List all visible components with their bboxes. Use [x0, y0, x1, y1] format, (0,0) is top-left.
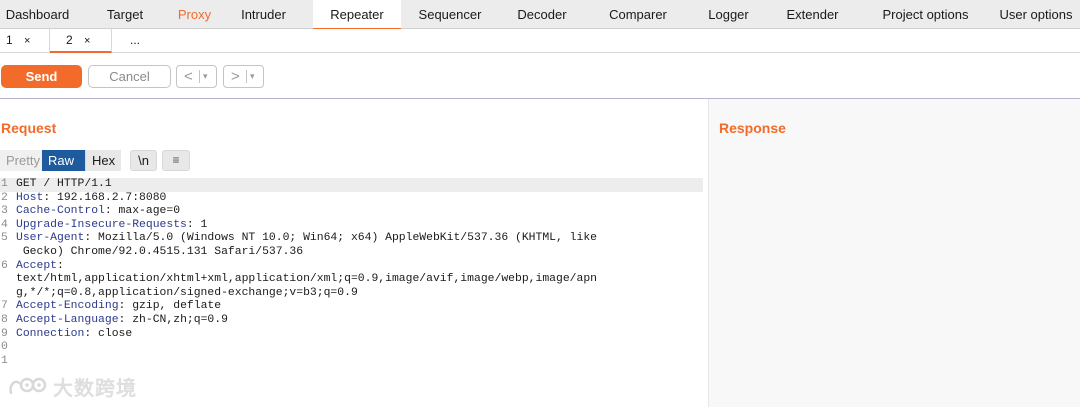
editor-line: 8 Accept-Language: zh-CN,zh;q=0.9	[0, 314, 703, 328]
line-number: 9	[1, 327, 8, 340]
response-panel	[708, 99, 1080, 407]
send-button[interactable]: Send	[1, 65, 82, 88]
line-number: 6	[1, 259, 8, 272]
editor-line: 1	[0, 355, 703, 369]
header-name: Host	[16, 191, 44, 204]
show-newlines-button[interactable]: \n	[130, 150, 157, 171]
line-text: Upgrade-Insecure-Requests: 1	[16, 218, 208, 231]
line-number: 2	[1, 191, 8, 204]
line-number	[0, 273, 16, 287]
line-text: Gecko) Chrome/92.0.4515.131 Safari/537.3…	[16, 245, 304, 258]
request-editor[interactable]: 1 GET / HTTP/1.1 2 Host: 192.168.2.7:808…	[0, 178, 703, 368]
line-number: 3	[1, 205, 8, 218]
header-name: Connection	[16, 327, 85, 340]
line-number: 4	[1, 218, 8, 231]
menu-icon[interactable]: ≡	[162, 150, 190, 171]
header-name: Accept-Language	[16, 313, 119, 326]
watermark-text: 大数跨境	[53, 377, 137, 400]
editor-line: text/html,application/xhtml+xml,applicat…	[0, 273, 703, 287]
close-icon[interactable]: ×	[84, 35, 90, 47]
repeater-tab-label: 1	[6, 33, 13, 47]
line-text: Accept:	[16, 259, 64, 272]
editor-line: g,*/*;q=0.8,application/signed-exchange;…	[0, 287, 703, 301]
header-name: User-Agent	[16, 232, 85, 245]
repeater-tab-new[interactable]: ...	[112, 29, 158, 53]
editor-line: 5 User-Agent: Mozilla/5.0 (Windows NT 10…	[0, 232, 703, 246]
line-text: Accept-Language: zh-CN,zh;q=0.9	[16, 313, 228, 326]
line-text: text/html,application/xhtml+xml,applicat…	[16, 273, 598, 286]
tab-pretty[interactable]: Pretty	[0, 150, 42, 171]
chevron-down-icon[interactable]: ▾	[203, 66, 208, 87]
repeater-tab-2[interactable]: 2 ×	[50, 29, 112, 53]
watermark: 大数跨境	[7, 372, 137, 400]
request-title: Request	[1, 120, 57, 136]
history-back-button[interactable]: < ▾	[176, 65, 217, 88]
history-forward-button[interactable]: > ▾	[223, 65, 264, 88]
editor-line: 3 Cache-Control: max-age=0	[0, 205, 703, 219]
tab-sequencer[interactable]: Sequencer	[401, 0, 499, 29]
tab-intruder[interactable]: Intruder	[214, 0, 313, 29]
tab-logger[interactable]: Logger	[691, 0, 766, 29]
line-number: 1	[1, 354, 8, 367]
line-text: GET / HTTP/1.1	[16, 178, 112, 190]
tab-dashboard[interactable]: Dashboard	[0, 0, 75, 29]
chevron-right-icon: >	[231, 68, 240, 85]
chevron-left-icon: <	[184, 68, 193, 85]
editor-line: 2 Host: 192.168.2.7:8080	[0, 192, 703, 206]
line-number: 8	[1, 313, 8, 326]
line-text: g,*/*;q=0.8,application/signed-exchange;…	[16, 286, 358, 299]
tab-comparer[interactable]: Comparer	[585, 0, 691, 29]
chevron-down-icon[interactable]: ▾	[250, 66, 255, 87]
request-view-tabs: Pretty Raw Hex \n ≡	[0, 150, 190, 171]
tab-hex[interactable]: Hex	[85, 150, 121, 171]
tab-proxy[interactable]: Proxy	[175, 0, 214, 29]
editor-line: 7 Accept-Encoding: gzip, deflate	[0, 300, 703, 314]
editor-line: 6 Accept:	[0, 260, 703, 274]
tab-extender[interactable]: Extender	[766, 0, 859, 29]
cancel-button[interactable]: Cancel	[88, 65, 171, 88]
tab-raw[interactable]: Raw	[42, 150, 85, 171]
line-number: 7	[1, 300, 8, 313]
line-number	[0, 287, 16, 301]
header-name: Accept-Encoding	[16, 300, 119, 313]
line-number	[0, 246, 16, 260]
line-text: User-Agent: Mozilla/5.0 (Windows NT 10.0…	[16, 232, 598, 245]
header-name: Accept	[16, 259, 58, 272]
repeater-tab-1[interactable]: 1 ×	[0, 29, 50, 53]
line-text: Host: 192.168.2.7:8080	[16, 191, 167, 204]
divider	[199, 70, 200, 83]
tab-decoder[interactable]: Decoder	[499, 0, 585, 29]
editor-line: 0	[0, 341, 703, 355]
tab-project-options[interactable]: Project options	[859, 0, 992, 29]
editor-line: Gecko) Chrome/92.0.4515.131 Safari/537.3…	[0, 246, 703, 260]
tab-repeater[interactable]: Repeater	[313, 0, 401, 30]
brand-logo-icon	[9, 377, 47, 395]
tab-target[interactable]: Target	[75, 0, 175, 29]
header-name: Upgrade-Insecure-Requests	[16, 218, 187, 231]
repeater-toolbar: Send Cancel < ▾ > ▾	[0, 53, 1080, 99]
line-number: 1	[1, 178, 8, 190]
line-text: Accept-Encoding: gzip, deflate	[16, 300, 222, 313]
line-text: Connection: close	[16, 327, 133, 340]
response-title: Response	[719, 120, 786, 136]
divider	[246, 70, 247, 83]
editor-line: 1 GET / HTTP/1.1	[0, 178, 703, 192]
tool-tab-bar: Dashboard Target Proxy Intruder Repeater…	[0, 0, 1080, 30]
line-number: 5	[1, 232, 8, 245]
editor-line: 4 Upgrade-Insecure-Requests: 1	[0, 219, 703, 233]
tab-user-options[interactable]: User options	[992, 0, 1080, 29]
close-icon[interactable]: ×	[24, 35, 30, 47]
line-text: Cache-Control: max-age=0	[16, 205, 181, 218]
editor-line: 9 Connection: close	[0, 328, 703, 342]
repeater-tab-bar: 1 × 2 × ...	[0, 29, 1080, 53]
line-number: 0	[1, 341, 8, 354]
header-name: Cache-Control	[16, 205, 105, 218]
repeater-tab-label: 2	[66, 33, 73, 47]
